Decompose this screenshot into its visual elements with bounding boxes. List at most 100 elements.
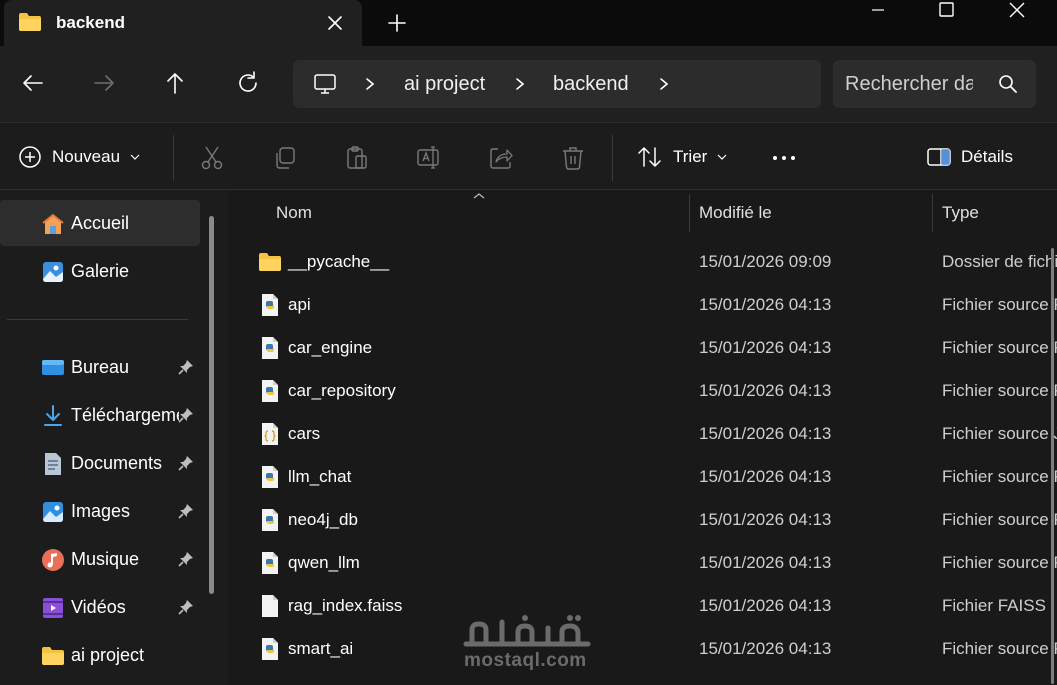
table-row[interactable]: smart_ai 15/01/2026 04:13 Fichier source…: [228, 627, 1057, 670]
pin-icon[interactable]: [178, 359, 194, 375]
sidebar-item-label: Bureau: [71, 357, 130, 377]
maximize-icon[interactable]: [924, 0, 970, 20]
file-modified: 15/01/2026 04:13: [699, 596, 832, 615]
table-row[interactable]: __pycache__ 15/01/2026 09:09 Dossier de …: [228, 240, 1057, 283]
new-button[interactable]: Nouveau: [18, 123, 140, 191]
trash-icon[interactable]: [560, 145, 586, 171]
tab-title: backend: [56, 13, 125, 32]
command-bar: Nouveau Trier Détails: [0, 122, 1057, 190]
table-row[interactable]: car_repository 15/01/2026 04:13 Fichier …: [228, 369, 1057, 412]
share-icon[interactable]: [488, 145, 514, 171]
pin-icon[interactable]: [178, 599, 194, 615]
tab-backend[interactable]: backend: [4, 0, 362, 46]
breadcrumb-item-backend[interactable]: backend: [553, 73, 629, 96]
new-tab-icon[interactable]: [384, 10, 410, 36]
file-modified: 15/01/2026 04:13: [699, 639, 832, 658]
table-row[interactable]: llm_chat 15/01/2026 04:13 Fichier source…: [228, 455, 1057, 498]
sidebar-item-gallery[interactable]: Galerie: [0, 248, 200, 294]
table-row[interactable]: qwen_llm 15/01/2026 04:13 Fichier source…: [228, 541, 1057, 584]
sidebar-item-home[interactable]: Accueil: [0, 200, 200, 246]
search-icon[interactable]: [998, 74, 1018, 94]
sort-icon: [638, 147, 661, 167]
table-row[interactable]: neo4j_db 15/01/2026 04:13 Fichier source…: [228, 498, 1057, 541]
back-arrow-icon[interactable]: [18, 68, 48, 98]
file-modified: 15/01/2026 04:13: [699, 510, 832, 529]
sidebar-item-desktop[interactable]: Bureau: [0, 344, 200, 390]
table-row[interactable]: api 15/01/2026 04:13 Fichier source Pyth…: [228, 283, 1057, 326]
minimize-icon[interactable]: [855, 0, 901, 20]
file-list-scrollbar[interactable]: [1051, 248, 1054, 684]
pin-icon[interactable]: [178, 503, 194, 519]
copy-icon[interactable]: [272, 145, 298, 171]
column-divider[interactable]: [689, 194, 690, 232]
column-header-modified[interactable]: Modifié le: [699, 190, 772, 234]
watermark: mostaql.com: [462, 614, 596, 672]
chevron-right-icon[interactable]: [513, 74, 527, 94]
sort-ascending-icon: [473, 193, 485, 199]
file-type: Fichier source Python: [942, 639, 1057, 658]
search-input[interactable]: [845, 70, 973, 98]
rename-icon[interactable]: [416, 145, 442, 171]
file-name: neo4j_db: [288, 510, 358, 529]
refresh-icon[interactable]: [233, 68, 263, 98]
sidebar-item-music[interactable]: Musique: [0, 536, 200, 582]
gallery-icon: [43, 262, 63, 282]
chevron-right-icon[interactable]: [657, 74, 671, 94]
column-header-name[interactable]: Nom: [276, 190, 312, 234]
blank-file-icon: [262, 595, 278, 617]
sidebar-item-label: Galerie: [71, 261, 130, 281]
new-button-label: Nouveau: [52, 147, 121, 166]
file-modified: 15/01/2026 04:13: [699, 338, 832, 357]
sidebar-item-images[interactable]: Images: [0, 488, 200, 534]
desktop-icon: [42, 360, 64, 375]
address-bar: ai project backend: [0, 46, 1057, 122]
python-file-icon: [262, 509, 278, 531]
up-arrow-icon[interactable]: [160, 68, 190, 98]
sidebar-item-videos[interactable]: Vidéos: [0, 584, 200, 630]
forward-arrow-icon[interactable]: [89, 68, 119, 98]
breadcrumb-item-ai-project[interactable]: ai project: [404, 73, 485, 96]
music-icon: [42, 549, 64, 571]
separator: [612, 135, 613, 181]
sidebar-item-documents[interactable]: Documents: [0, 440, 200, 486]
search-box[interactable]: [833, 60, 1036, 108]
column-header-type[interactable]: Type: [942, 190, 979, 234]
sidebar-item-label: Documents: [71, 453, 163, 473]
breadcrumb[interactable]: ai project backend: [293, 60, 821, 108]
details-pane-icon: [927, 148, 951, 166]
table-row[interactable]: rag_index.faiss 15/01/2026 04:13 Fichier…: [228, 584, 1057, 627]
details-button[interactable]: Détails: [927, 123, 1013, 191]
title-bar: backend: [0, 0, 1057, 46]
separator: [173, 135, 174, 181]
file-type: Fichier source Python: [942, 553, 1057, 572]
more-options-icon[interactable]: [771, 145, 797, 171]
sidebar-item-label: Accueil: [71, 213, 130, 233]
pin-icon[interactable]: [178, 551, 194, 567]
chevron-right-icon[interactable]: [363, 74, 377, 94]
watermark-text: mostaql.com: [464, 650, 587, 671]
paste-icon[interactable]: [344, 145, 370, 171]
pin-icon[interactable]: [178, 455, 194, 471]
sidebar-item-label: Vidéos: [71, 597, 126, 617]
folder-icon: [259, 253, 281, 271]
computer-icon[interactable]: [313, 73, 337, 95]
close-tab-icon[interactable]: [322, 10, 348, 36]
table-row[interactable]: cars 15/01/2026 04:13 Fichier source JSO…: [228, 412, 1057, 455]
close-window-icon[interactable]: [994, 0, 1040, 20]
file-name: cars: [288, 424, 321, 443]
cut-icon[interactable]: [199, 145, 225, 171]
file-modified: 15/01/2026 04:13: [699, 553, 832, 572]
sidebar-scrollbar[interactable]: [209, 216, 214, 594]
python-file-icon: [262, 380, 278, 402]
sort-button[interactable]: Trier: [637, 123, 727, 191]
pin-icon[interactable]: [178, 407, 194, 423]
sidebar-item-ai-project[interactable]: ai project: [0, 632, 200, 678]
videos-icon: [43, 598, 63, 618]
table-row[interactable]: car_engine 15/01/2026 04:13 Fichier sour…: [228, 326, 1057, 369]
file-list: Nom Modifié le Type __pycache__ 15/01/20…: [228, 190, 1057, 685]
sidebar-item-downloads[interactable]: Téléchargements: [0, 392, 200, 438]
column-divider[interactable]: [932, 194, 933, 232]
folder-icon: [19, 13, 41, 31]
file-modified: 15/01/2026 04:13: [699, 424, 832, 443]
file-modified: 15/01/2026 04:13: [699, 467, 832, 486]
